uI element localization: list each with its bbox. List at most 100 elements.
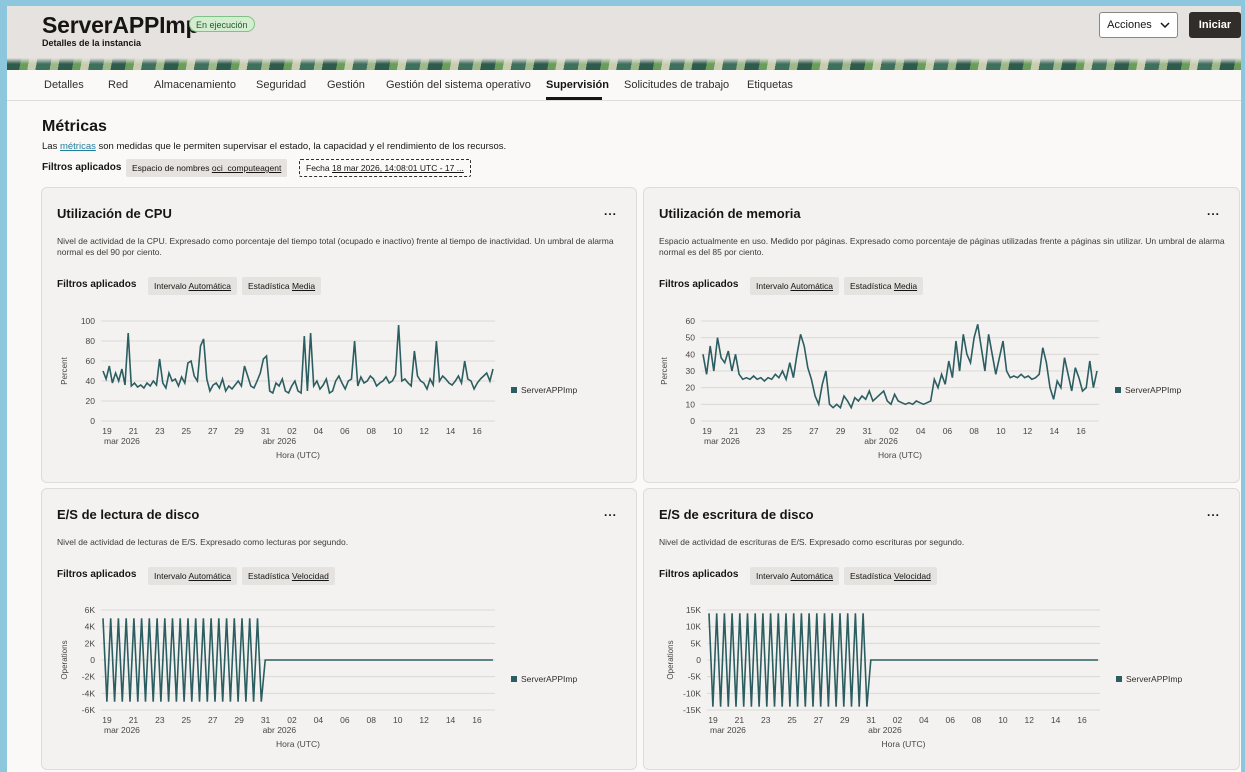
x-axis-label: Hora (UTC) (276, 739, 320, 749)
x-tick-label: 04 (916, 426, 926, 436)
legend-swatch (1116, 676, 1122, 682)
x-axis-label: Hora (UTC) (878, 450, 922, 460)
metrics-heading: Métricas (42, 118, 107, 135)
statistic-filter-chip[interactable]: Estadística Media (844, 277, 924, 295)
x-month-label: abr 2026 (263, 725, 297, 735)
card-applied-filters-label: Filtros aplicados (659, 569, 739, 580)
tab-network[interactable]: Red (108, 79, 128, 91)
active-tab-indicator (546, 97, 602, 100)
legend-label: ServerAPPImp (521, 674, 577, 684)
y-tick-label: 60 (86, 356, 96, 366)
y-axis-label: Operations (666, 640, 675, 679)
namespace-filter-chip[interactable]: Espacio de nombres oci_computeagent (126, 159, 288, 177)
y-tick-label: 15K (686, 605, 701, 615)
actions-button[interactable]: Acciones (1099, 12, 1178, 38)
interval-filter-chip[interactable]: Intervalo Automática (750, 277, 840, 295)
x-tick-label: 16 (1076, 426, 1086, 436)
tab-storage[interactable]: Almacenamiento (154, 79, 236, 91)
x-tick-label: 21 (729, 426, 739, 436)
tab-tags[interactable]: Etiquetas (747, 79, 793, 91)
page-title: ServerAPPImp (42, 12, 200, 38)
statistic-filter-chip[interactable]: Estadística Velocidad (844, 567, 937, 585)
x-month-label: mar 2026 (704, 436, 740, 446)
x-tick-label: 02 (287, 715, 297, 725)
actions-button-label: Acciones (1107, 19, 1152, 31)
series-line (102, 324, 494, 395)
x-tick-label: 12 (419, 426, 429, 436)
tab-management[interactable]: Gestión (327, 79, 365, 91)
y-tick-label: 0 (90, 416, 95, 426)
x-tick-label: 27 (208, 426, 218, 436)
tab-os-management[interactable]: Gestión del sistema operativo (386, 79, 531, 91)
x-tick-label: 31 (261, 426, 271, 436)
card-applied-filters-label: Filtros aplicados (57, 279, 137, 290)
applied-filters-label: Filtros aplicados (42, 162, 122, 173)
x-tick-label: 31 (261, 715, 271, 725)
metrics-link[interactable]: métricas (60, 141, 96, 152)
y-tick-label: 100 (81, 316, 95, 326)
interval-filter-chip[interactable]: Intervalo Automática (148, 277, 238, 295)
y-tick-label: 80 (86, 336, 96, 346)
x-month-label: abr 2026 (864, 436, 898, 446)
x-tick-label: 27 (208, 715, 218, 725)
y-axis-label: Percent (60, 356, 69, 384)
y-tick-label: 60 (686, 316, 696, 326)
y-axis-label: Operations (60, 640, 69, 679)
more-options-icon[interactable]: ... (1207, 505, 1220, 519)
y-tick-label: 0 (696, 655, 701, 665)
x-tick-label: 25 (182, 426, 192, 436)
start-button[interactable]: Iniciar (1189, 12, 1241, 38)
x-tick-label: 23 (761, 715, 771, 725)
x-tick-label: 31 (863, 426, 873, 436)
x-tick-label: 29 (836, 426, 846, 436)
card-description: Nivel de actividad de escrituras de E/S.… (659, 537, 965, 547)
tab-security[interactable]: Seguridad (256, 79, 306, 91)
y-tick-label: 2K (85, 638, 96, 648)
x-tick-label: 21 (129, 426, 139, 436)
legend-label: ServerAPPImp (521, 385, 577, 395)
tab-details[interactable]: Detalles (44, 79, 84, 91)
interval-filter-chip[interactable]: Intervalo Automática (750, 567, 840, 585)
card-description: Nivel de actividad de lecturas de E/S. E… (57, 537, 349, 547)
more-options-icon[interactable]: ... (1207, 204, 1220, 218)
y-tick-label: 6K (85, 605, 96, 615)
x-tick-label: 08 (367, 426, 377, 436)
y-tick-label: 5K (691, 638, 702, 648)
window-frame-right (1241, 0, 1245, 772)
legend-label: ServerAPPImp (1126, 674, 1182, 684)
series-line (102, 618, 493, 702)
x-tick-label: 16 (472, 715, 482, 725)
statistic-filter-chip[interactable]: Estadística Velocidad (242, 567, 335, 585)
header-banner-fade (7, 58, 1241, 64)
x-tick-label: 16 (472, 426, 482, 436)
x-month-label: mar 2026 (104, 436, 140, 446)
x-tick-label: 02 (287, 426, 297, 436)
card-title: Utilización de memoria (659, 206, 801, 221)
y-tick-label: 20 (686, 383, 696, 393)
more-options-icon[interactable]: ... (604, 505, 617, 519)
x-tick-label: 19 (102, 715, 112, 725)
tab-work-requests[interactable]: Solicitudes de trabajo (624, 79, 729, 91)
x-tick-label: 23 (155, 715, 165, 725)
legend-swatch (511, 676, 517, 682)
metrics-description: Las métricas son medidas que le permiten… (42, 141, 507, 152)
x-tick-label: 29 (234, 715, 244, 725)
y-tick-label: 10K (686, 622, 701, 632)
statistic-filter-chip[interactable]: Estadística Media (242, 277, 322, 295)
x-tick-label: 23 (756, 426, 766, 436)
window-frame-left (0, 0, 7, 772)
x-tick-label: 29 (840, 715, 850, 725)
date-filter-chip[interactable]: Fecha 18 mar 2026, 14:08:01 UTC - 17 ... (299, 159, 471, 177)
interval-filter-chip[interactable]: Intervalo Automática (148, 567, 238, 585)
series-line (702, 324, 1098, 410)
y-tick-label: 4K (85, 622, 96, 632)
more-options-icon[interactable]: ... (604, 204, 617, 218)
x-tick-label: 04 (919, 715, 929, 725)
x-tick-label: 14 (446, 426, 456, 436)
x-tick-label: 25 (182, 715, 192, 725)
x-month-label: abr 2026 (263, 436, 297, 446)
metric-card: E/S de escritura de disco... Nivel de act… (643, 488, 1240, 770)
tab-monitoring[interactable]: Supervisión (546, 79, 609, 91)
x-tick-label: 08 (367, 715, 377, 725)
x-tick-label: 12 (419, 715, 429, 725)
